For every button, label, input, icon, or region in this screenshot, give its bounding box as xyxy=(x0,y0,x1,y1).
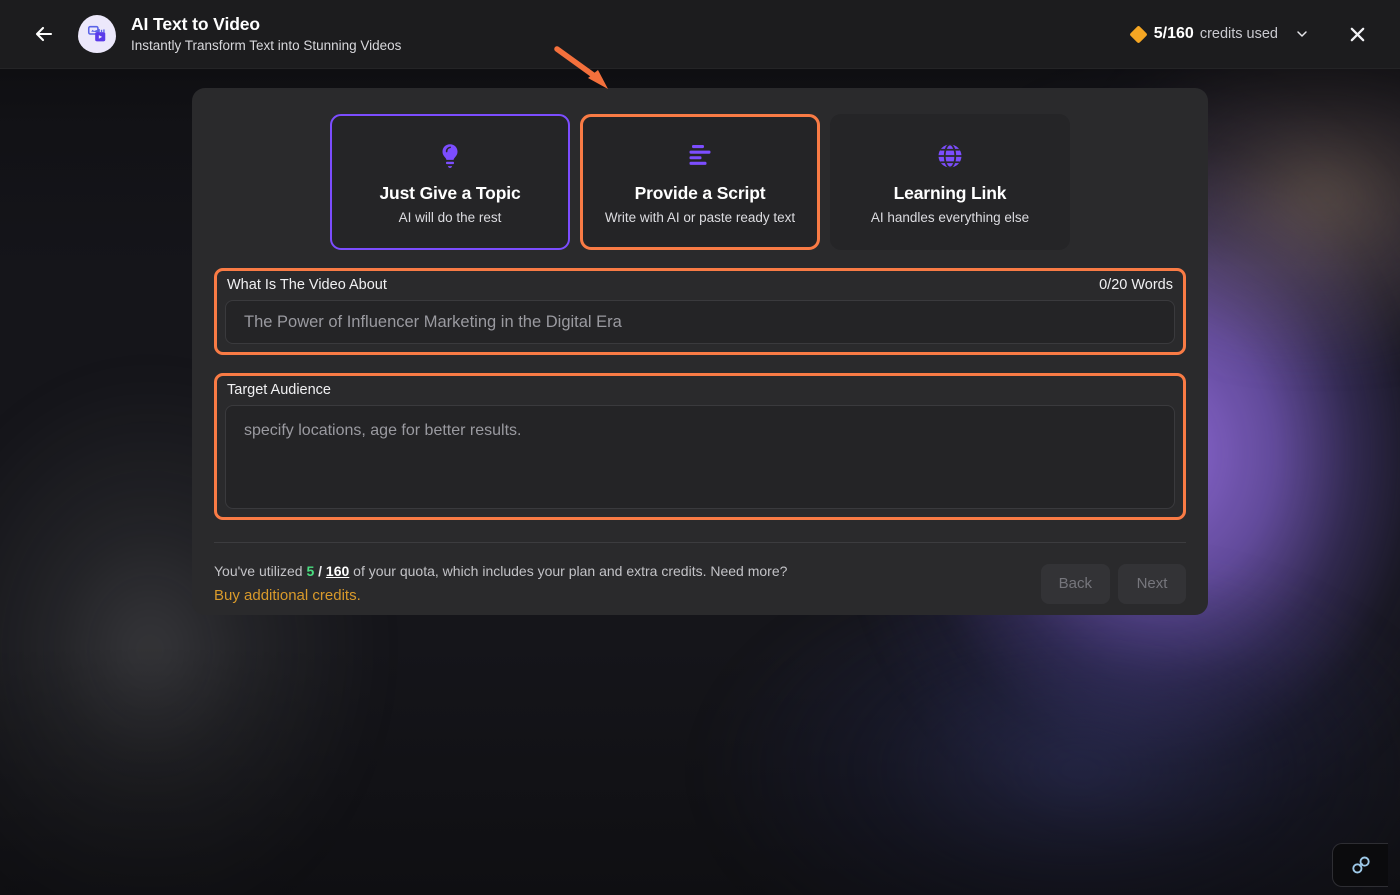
header-right-group: 5/160 credits used xyxy=(1128,17,1374,51)
topic-input-placeholder: The Power of Influencer Marketing in the… xyxy=(244,312,622,331)
close-button[interactable] xyxy=(1340,17,1374,51)
panel-footer: You've utilized 5 / 160 of your quota, w… xyxy=(214,543,1186,606)
credits-dropdown[interactable]: 5/160 credits used xyxy=(1128,20,1314,48)
quota-prefix: You've utilized xyxy=(214,563,307,579)
quota-total: 160 xyxy=(325,563,350,579)
audience-textarea[interactable]: specify locations, age for better result… xyxy=(225,405,1175,509)
mode-card-just-give-a-topic[interactable]: Just Give a Topic AI will do the rest xyxy=(330,114,570,250)
chain-link-icon xyxy=(1351,856,1370,874)
audience-field-header: Target Audience xyxy=(225,382,1175,405)
topic-field-header: What Is The Video About 0/20 Words xyxy=(225,277,1175,300)
topic-field-group: What Is The Video About 0/20 Words The P… xyxy=(214,268,1186,355)
page-title: AI Text to Video xyxy=(131,14,261,34)
buy-credits-link[interactable]: Buy additional credits. xyxy=(214,585,787,606)
topic-input[interactable]: The Power of Influencer Marketing in the… xyxy=(225,300,1175,344)
mode-card-provide-a-script[interactable]: Provide a Script Write with AI or paste … xyxy=(580,114,820,250)
page-subtitle: Instantly Transform Text into Stunning V… xyxy=(131,38,402,53)
chevron-down-icon xyxy=(1294,26,1310,42)
wizard-panel: Just Give a Topic AI will do the rest Pr… xyxy=(192,88,1208,615)
mode-card-subtitle: Write with AI or paste ready text xyxy=(604,210,796,225)
topic-word-counter: 0/20 Words xyxy=(1099,277,1173,293)
mode-card-subtitle: AI handles everything else xyxy=(870,210,1030,225)
chain-link-button[interactable] xyxy=(1332,843,1388,887)
mode-card-title: Learning Link xyxy=(893,183,1007,203)
video-ai-logo-icon xyxy=(87,25,106,42)
app-header: AI Text to Video Instantly Transform Tex… xyxy=(0,0,1400,69)
mode-card-title: Just Give a Topic xyxy=(379,183,521,203)
topic-field-label: What Is The Video About xyxy=(227,277,387,293)
back-button-footer[interactable]: Back xyxy=(1040,563,1110,604)
audience-textarea-placeholder: specify locations, age for better result… xyxy=(244,422,522,439)
quota-separator: / xyxy=(314,563,326,579)
arrow-left-icon xyxy=(35,26,53,42)
credits-value: 5/160 xyxy=(1153,25,1194,42)
quota-suffix: of your quota, which includes your plan … xyxy=(349,563,788,579)
script-lines-icon xyxy=(685,139,715,173)
audience-field-group: Target Audience specify locations, age f… xyxy=(214,373,1186,520)
mode-card-learning-link[interactable]: Learning Link AI handles everything else xyxy=(830,114,1070,250)
mode-card-subtitle: AI will do the rest xyxy=(398,210,502,225)
quota-text: You've utilized 5 / 160 of your quota, w… xyxy=(214,561,787,606)
mode-card-list: Just Give a Topic AI will do the rest Pr… xyxy=(214,112,1186,250)
app-logo xyxy=(78,15,116,53)
diamond-icon xyxy=(1129,24,1148,44)
close-icon xyxy=(1350,27,1364,41)
lightbulb-icon xyxy=(435,139,465,173)
globe-icon xyxy=(935,139,965,173)
header-title-block: AI Text to Video Instantly Transform Tex… xyxy=(131,13,401,55)
next-button[interactable]: Next xyxy=(1118,563,1186,604)
app-root: AI Text to Video Instantly Transform Tex… xyxy=(0,0,1400,895)
back-button[interactable] xyxy=(26,16,62,52)
audience-field-label: Target Audience xyxy=(227,382,331,398)
footer-buttons: Back Next xyxy=(1040,563,1186,604)
credits-label: credits used xyxy=(1199,26,1278,42)
mode-card-title: Provide a Script xyxy=(634,183,766,203)
